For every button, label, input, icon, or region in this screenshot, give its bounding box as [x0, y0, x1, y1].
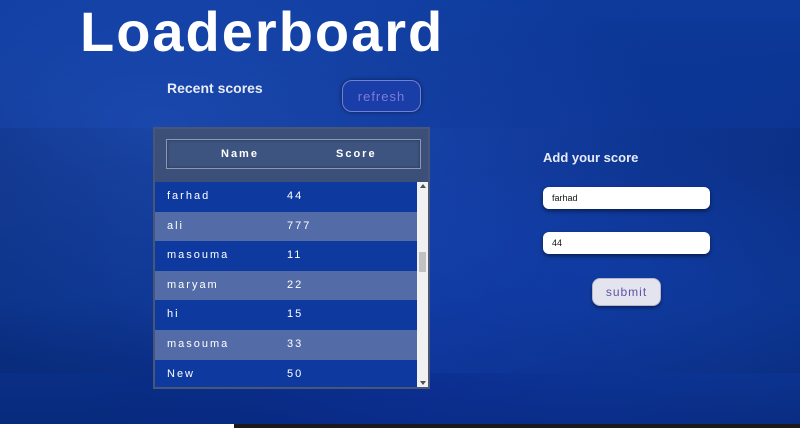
- table-body: farhad 44 ali 777 masouma 11 maryam 22 h…: [155, 182, 418, 387]
- table-row: New 50: [155, 360, 418, 387]
- table-row: ali 777: [155, 211, 418, 242]
- cell-name: masouma: [167, 249, 230, 262]
- table-scrollbar[interactable]: [417, 182, 428, 387]
- submit-button[interactable]: submit: [592, 278, 661, 306]
- cell-name: farhad: [167, 190, 211, 202]
- scroll-down-arrow-icon[interactable]: [420, 381, 426, 385]
- cell-score: 50: [287, 367, 304, 380]
- column-header-score: Score: [336, 148, 377, 160]
- bottom-bar-segment: [0, 424, 234, 428]
- cell-score: 33: [287, 337, 304, 350]
- cell-name: masouma: [167, 337, 230, 350]
- table-row: maryam 22: [155, 270, 418, 301]
- cell-name: New: [167, 367, 196, 380]
- name-input[interactable]: [543, 187, 710, 209]
- cell-name: hi: [167, 308, 180, 321]
- table-row: masouma 33: [155, 329, 418, 360]
- add-score-heading: Add your score: [543, 150, 639, 165]
- table-row: farhad 44: [155, 182, 418, 212]
- table-header: Name Score: [166, 139, 421, 169]
- refresh-button[interactable]: refresh: [342, 80, 421, 112]
- cell-score: 44: [287, 190, 304, 202]
- scroll-up-arrow-icon[interactable]: [420, 184, 426, 188]
- cell-name: maryam: [167, 278, 219, 291]
- table-header-area: Name Score: [155, 129, 428, 182]
- scroll-thumb[interactable]: [419, 252, 426, 272]
- cell-score: 15: [287, 308, 304, 321]
- recent-scores-heading: Recent scores: [167, 80, 263, 96]
- table-row: masouma 11: [155, 241, 418, 271]
- column-header-name: Name: [221, 148, 259, 160]
- cell-name: ali: [167, 219, 185, 232]
- cell-score: 777: [287, 219, 312, 232]
- cell-score: 22: [287, 278, 304, 291]
- table-row: hi 15: [155, 300, 418, 330]
- scores-table: Name Score farhad 44 ali 777 masouma 11 …: [153, 127, 430, 389]
- cell-score: 11: [287, 249, 303, 262]
- page-title: Loaderboard: [80, 0, 445, 63]
- score-input[interactable]: [543, 232, 710, 254]
